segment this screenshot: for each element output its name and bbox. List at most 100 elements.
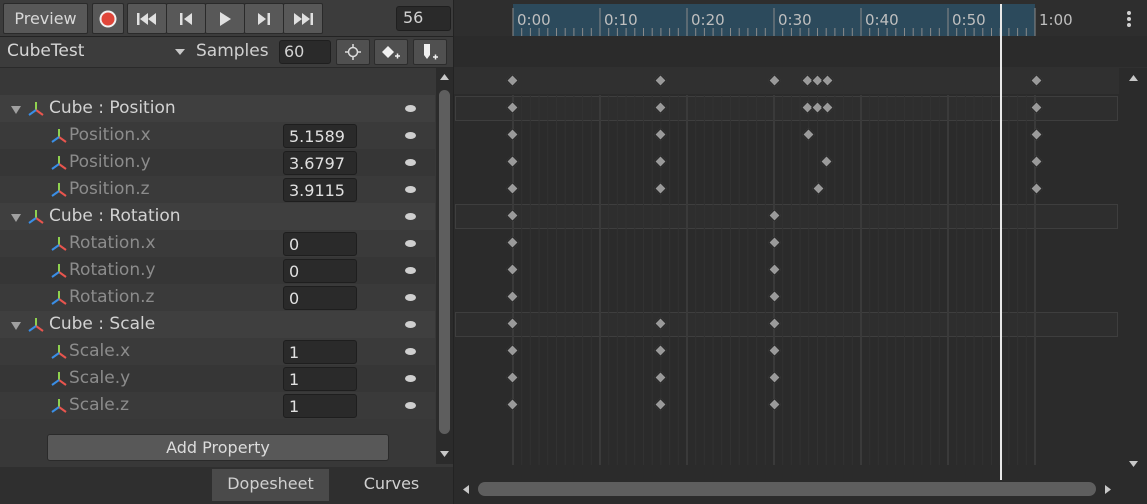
horizontal-scroll-thumb[interactable]	[478, 482, 1096, 496]
curve-visibility-icon[interactable]	[405, 186, 416, 193]
property-label: Rotation.z	[69, 287, 155, 307]
property-value-field[interactable]: 1	[283, 340, 357, 364]
property-row-rotation-y[interactable]: Rotation.y 0	[0, 257, 435, 284]
play-button[interactable]	[205, 3, 245, 34]
property-label: Position.x	[69, 125, 151, 145]
property-row-position-y[interactable]: Position.y 3.6797	[0, 149, 435, 176]
clip-toolbar: CubeTest Samples 60	[0, 37, 453, 68]
crosshair-icon	[345, 44, 361, 60]
skip-to-start-icon	[137, 12, 156, 25]
clip-dropdown[interactable]: CubeTest	[3, 39, 189, 65]
expand-triangle-icon[interactable]	[11, 106, 21, 114]
property-label: Scale.y	[69, 368, 131, 388]
add-event-icon	[424, 44, 438, 60]
add-property-button[interactable]: Add Property	[47, 434, 389, 461]
clip-name: CubeTest	[7, 41, 85, 61]
property-list-scrollbar[interactable]	[436, 68, 453, 464]
curve-visibility-icon[interactable]	[405, 348, 416, 355]
view-mode-tabs: Dopesheet Curves	[0, 467, 453, 504]
ruler-label: 0:30	[778, 11, 812, 29]
step-forward-icon	[258, 12, 270, 25]
property-value-field[interactable]: 3.6797	[283, 151, 357, 175]
curve-visibility-icon[interactable]	[405, 132, 416, 139]
property-label: Rotation.y	[69, 260, 156, 280]
record-button[interactable]	[92, 3, 124, 34]
keyframe-area[interactable]	[454, 95, 1118, 465]
transform-axis-icon	[51, 264, 67, 278]
curve-visibility-icon[interactable]	[405, 402, 416, 409]
property-value-field[interactable]: 0	[283, 259, 357, 283]
previous-key-button[interactable]	[166, 3, 206, 34]
ruler-label: 1:00	[1039, 11, 1073, 29]
scroll-thumb[interactable]	[439, 90, 450, 434]
property-row-rotation-z[interactable]: Rotation.z 0	[0, 284, 435, 311]
property-row-rotation-x[interactable]: Rotation.x 0	[0, 230, 435, 257]
playhead[interactable]	[1000, 4, 1002, 480]
scroll-left-icon[interactable]	[462, 484, 470, 495]
tab-dopesheet[interactable]: Dopesheet	[212, 469, 329, 501]
add-event-button[interactable]	[413, 39, 447, 65]
property-value-field[interactable]: 3.9115	[283, 178, 357, 202]
first-key-button[interactable]	[127, 3, 167, 34]
property-row-position-x[interactable]: Position.x 5.1589	[0, 122, 435, 149]
property-group-cube-position[interactable]: Cube : Position	[0, 95, 435, 122]
property-value-field[interactable]: 5.1589	[283, 124, 357, 148]
scroll-up-icon[interactable]	[1128, 74, 1139, 82]
property-value-field[interactable]: 1	[283, 394, 357, 418]
property-row-scale-z[interactable]: Scale.z 1	[0, 392, 435, 419]
dopesheet-vertical-scrollbar[interactable]	[1119, 68, 1147, 478]
property-row-scale-x[interactable]: Scale.x 1	[0, 338, 435, 365]
transform-axis-icon	[51, 345, 67, 359]
preview-button[interactable]: Preview	[3, 3, 88, 34]
time-ruler[interactable]: 0:00 0:10 0:20 0:30 0:40 0:50 1:00	[454, 0, 1147, 36]
property-group-cube-scale[interactable]: Cube : Scale	[0, 311, 435, 338]
property-group-cube-rotation[interactable]: Cube : Rotation	[0, 203, 435, 230]
scroll-down-icon[interactable]	[439, 450, 450, 458]
expand-triangle-icon[interactable]	[11, 214, 21, 222]
curve-visibility-icon[interactable]	[405, 105, 416, 112]
ruler-label: 0:00	[517, 11, 551, 29]
tab-curves[interactable]: Curves	[333, 469, 450, 501]
property-row-position-z[interactable]: Position.z 3.9115	[0, 176, 435, 203]
frame-field[interactable]: 56	[396, 6, 451, 31]
transform-axis-icon	[51, 183, 67, 197]
transform-axis-icon	[51, 156, 67, 170]
property-label: Position.z	[69, 179, 150, 199]
samples-field[interactable]: 60	[279, 40, 331, 64]
transform-axis-icon	[51, 129, 67, 143]
curve-visibility-icon[interactable]	[405, 375, 416, 382]
property-value-field[interactable]: 0	[283, 286, 357, 310]
scroll-up-icon[interactable]	[439, 73, 450, 81]
curve-visibility-icon[interactable]	[405, 321, 416, 328]
record-icon	[99, 10, 117, 27]
expand-triangle-icon[interactable]	[11, 322, 21, 330]
dopesheet-horizontal-scrollbar[interactable]	[454, 476, 1147, 504]
add-keyframe-button[interactable]	[374, 39, 408, 65]
ruler-label: 0:20	[691, 11, 725, 29]
property-row-scale-y[interactable]: Scale.y 1	[0, 365, 435, 392]
ruler-label: 0:40	[865, 11, 899, 29]
transform-axis-icon	[28, 318, 44, 332]
property-value-field[interactable]: 1	[283, 367, 357, 391]
group-label: Cube : Rotation	[49, 206, 181, 226]
scroll-down-icon[interactable]	[1128, 460, 1139, 468]
scroll-right-icon[interactable]	[1104, 484, 1112, 495]
next-key-button[interactable]	[244, 3, 284, 34]
curve-visibility-icon[interactable]	[405, 267, 416, 274]
filter-selection-button[interactable]	[336, 39, 370, 65]
property-label: Position.y	[69, 152, 151, 172]
step-back-icon	[180, 12, 192, 25]
group-label: Cube : Position	[49, 98, 176, 118]
transform-axis-icon	[51, 399, 67, 413]
curve-visibility-icon[interactable]	[405, 294, 416, 301]
last-key-button[interactable]	[283, 3, 323, 34]
transform-axis-icon	[28, 102, 44, 116]
more-options-icon[interactable]	[1126, 10, 1132, 28]
curve-visibility-icon[interactable]	[405, 213, 416, 220]
curve-visibility-icon[interactable]	[405, 240, 416, 247]
property-label: Scale.z	[69, 395, 130, 415]
property-value-field[interactable]: 0	[283, 232, 357, 256]
timeline-grid	[512, 95, 1036, 465]
curve-visibility-icon[interactable]	[405, 159, 416, 166]
transform-axis-icon	[28, 210, 44, 224]
